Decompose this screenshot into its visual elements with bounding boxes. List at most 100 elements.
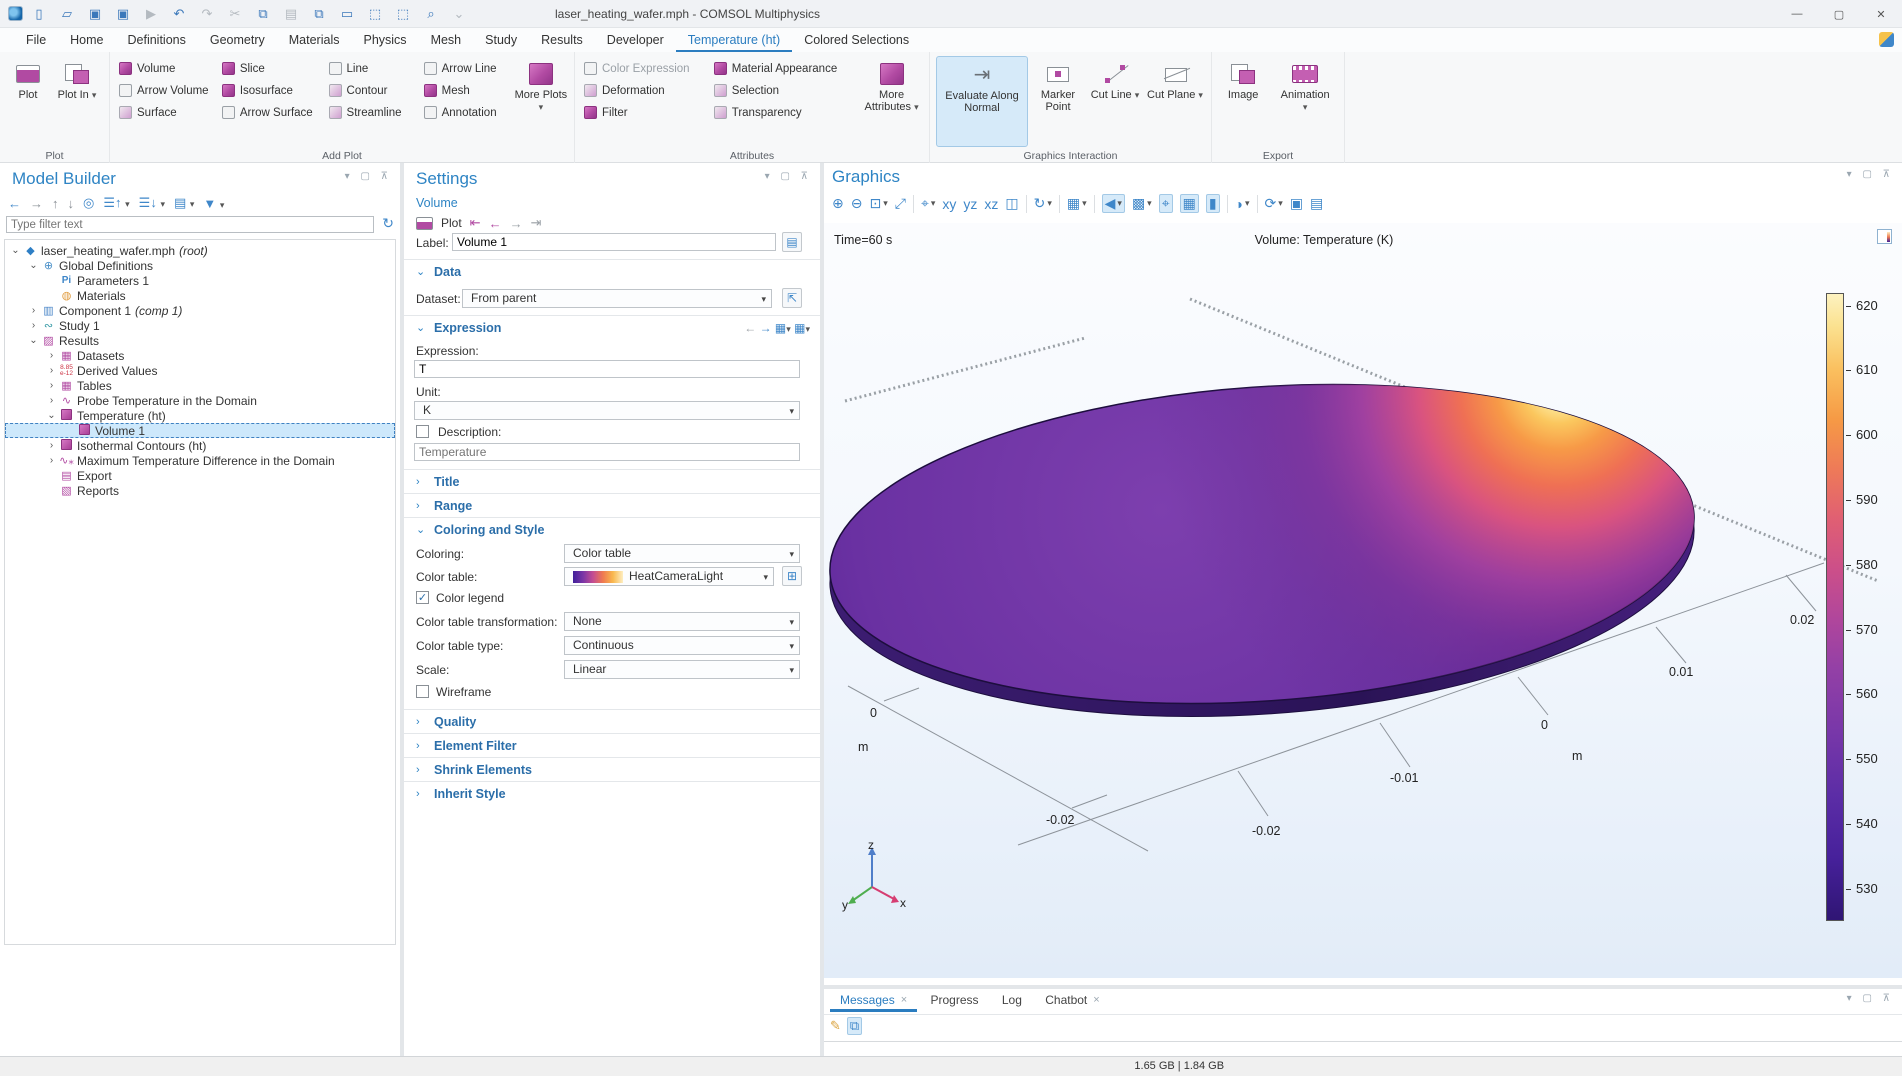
zoom-in-icon[interactable]: ⊕ — [832, 195, 844, 212]
tree-item-reports[interactable]: ▧ Reports — [5, 483, 395, 498]
color-legend-checkbox[interactable]: ✓ — [416, 591, 429, 604]
expander-icon[interactable]: › — [45, 440, 58, 451]
mb-collapse-all-icon[interactable]: ☰↑ ▾ — [103, 195, 129, 211]
minimize-button[interactable]: — — [1776, 0, 1818, 28]
next-solution-icon[interactable]: → — [510, 216, 523, 231]
arrow-surface-button[interactable]: Arrow Surface — [219, 102, 322, 123]
model-builder-panel-controls[interactable]: ▾ ▢ ⊼ — [345, 171, 392, 182]
view-xz-icon[interactable]: xz — [984, 196, 998, 212]
marker-point-button[interactable]: Marker Point — [1032, 56, 1084, 147]
animation-button[interactable]: Animation▾ — [1272, 56, 1338, 147]
settings-panel-controls[interactable]: ▾ ▢ ⊼ — [765, 171, 812, 182]
expander-icon[interactable]: › — [45, 380, 58, 391]
volume-button[interactable]: Volume — [116, 58, 215, 79]
tab-materials[interactable]: Materials — [277, 30, 352, 52]
show-grid-icon[interactable]: ▦ — [1180, 194, 1199, 213]
expression-nav-icons[interactable]: ← → ▦▾ ▦▾ — [744, 321, 810, 335]
line-button[interactable]: Line — [326, 58, 417, 79]
snapshot-icon[interactable]: ▣ — [1290, 195, 1303, 212]
delete-icon[interactable]: ▭ — [335, 3, 359, 25]
open-file-icon[interactable]: ▱ — [55, 3, 79, 25]
color-table-type-select[interactable]: Continuous▾ — [564, 636, 800, 655]
arrow-line-button[interactable]: Arrow Line — [421, 58, 510, 79]
mb-back-icon[interactable]: ← — [8, 196, 21, 211]
tab-file[interactable]: File — [14, 30, 58, 52]
section-coloring-and-style[interactable]: ⌄ Coloring and Style — [404, 517, 820, 541]
section-range[interactable]: › Range — [404, 493, 820, 517]
tree-filter-input[interactable] — [6, 216, 374, 233]
expander-icon[interactable]: ⌄ — [9, 245, 22, 256]
last-solution-icon[interactable]: ⇥ — [531, 215, 542, 231]
close-icon[interactable]: × — [901, 994, 907, 1006]
tree-item-derived-values[interactable]: › 8.85 e-12 Derived Values — [5, 363, 395, 378]
tab-log[interactable]: Log — [992, 989, 1032, 1012]
color-theme-icon[interactable]: ◑▾ — [1235, 196, 1250, 212]
more-plots-button[interactable]: More Plots ▾ — [514, 56, 568, 147]
tab-study[interactable]: Study — [473, 30, 529, 52]
plot-icon[interactable] — [416, 217, 433, 230]
tree-item-tables[interactable]: › ▦ Tables — [5, 378, 395, 393]
expander-icon[interactable]: › — [45, 350, 58, 361]
tab-definitions[interactable]: Definitions — [116, 30, 198, 52]
mb-filter-icon[interactable]: ▼ ▾ — [203, 196, 224, 211]
tree-item-component-1[interactable]: › ▥ Component 1(comp 1) — [5, 303, 395, 318]
scene-light-icon[interactable]: ◀▾ — [1102, 194, 1125, 213]
coloring-select[interactable]: Color table▾ — [564, 544, 800, 563]
section-expression[interactable]: ⌄ Expression ← → ▦▾ ▦▾ — [404, 315, 820, 339]
expander-icon[interactable]: ⌄ — [45, 410, 58, 421]
wafer-3d-plot[interactable]: z y x — [824, 223, 1902, 978]
color-table-transformation-select[interactable]: None▾ — [564, 612, 800, 631]
add-color-table-icon[interactable]: ⊞ — [782, 566, 802, 586]
tab-developer[interactable]: Developer — [595, 30, 676, 52]
expander-icon[interactable]: › — [27, 320, 40, 331]
quick-access-chevron-icon[interactable]: ⌄ — [447, 3, 471, 25]
description-input[interactable] — [414, 443, 800, 461]
label-input[interactable] — [452, 233, 776, 251]
annotation-button[interactable]: Annotation — [421, 102, 510, 123]
select-box-icon[interactable]: ⬚ — [363, 3, 387, 25]
mb-model-tree-nodes-icon[interactable]: ▤ ▾ — [174, 195, 194, 211]
tree-item-isothermal-contours[interactable]: › Isothermal Contours (ht) — [5, 438, 395, 453]
play-icon[interactable]: ▶ — [139, 3, 163, 25]
graphics-panel-controls[interactable]: ▾ ▢ ⊼ — [1847, 169, 1894, 180]
plot-button[interactable]: Plot — [6, 56, 50, 147]
filter-button[interactable]: Filter — [581, 102, 707, 123]
more-attributes-button[interactable]: More Attributes ▾ — [860, 56, 923, 147]
scale-select[interactable]: Linear▾ — [564, 660, 800, 679]
tab-home[interactable]: Home — [58, 30, 115, 52]
tree-item-datasets[interactable]: › ▦ Datasets — [5, 348, 395, 363]
section-inherit-style[interactable]: › Inherit Style — [404, 781, 820, 805]
redo-icon[interactable]: ↷ — [195, 3, 219, 25]
tree-item-volume-1[interactable]: Volume 1 — [5, 423, 395, 438]
zoom-extents-icon[interactable]: ⤢ — [895, 195, 906, 212]
close-button[interactable]: ✕ — [1860, 0, 1902, 28]
tab-temperature-ht[interactable]: Temperature (ht) — [676, 30, 792, 52]
duplicate-icon[interactable]: ⧉ — [307, 3, 331, 25]
show-axes-icon[interactable]: ⌖ — [1159, 194, 1173, 213]
tab-chatbot[interactable]: Chatbot× — [1035, 989, 1109, 1012]
tab-results[interactable]: Results — [529, 30, 595, 52]
transparency-view-icon[interactable]: ▩▾ — [1132, 195, 1152, 212]
plot-scene[interactable]: Time=60 s Volume: Temperature (K) — [824, 223, 1902, 978]
tree-item-study-1[interactable]: › ∾ Study 1 — [5, 318, 395, 333]
tree-item-materials[interactable]: ◍ Materials — [5, 288, 395, 303]
rename-icon[interactable]: ▤ — [782, 232, 802, 252]
description-checkbox[interactable] — [416, 425, 429, 438]
section-title[interactable]: › Title — [404, 469, 820, 493]
cut-line-button[interactable]: Cut Line ▾ — [1088, 56, 1142, 147]
image-button[interactable]: Image — [1218, 56, 1268, 147]
material-appearance-button[interactable]: Material Appearance — [711, 58, 856, 79]
scene-icon[interactable]: ▦▾ — [1067, 195, 1087, 212]
new-file-icon[interactable]: ▯ — [27, 3, 51, 25]
save-as-icon[interactable]: ▣ — [111, 3, 135, 25]
mb-show-icon[interactable]: ◎ — [83, 195, 94, 211]
mb-expand-all-icon[interactable]: ☰↓ ▾ — [139, 195, 165, 211]
isosurface-button[interactable]: Isosurface — [219, 80, 322, 101]
go-to-source-icon[interactable]: ⇱ — [782, 288, 802, 308]
tree-item-export[interactable]: ▤ Export — [5, 468, 395, 483]
section-shrink-elements[interactable]: › Shrink Elements — [404, 757, 820, 781]
evaluate-along-normal-button[interactable]: ⇥ Evaluate Along Normal — [936, 56, 1028, 147]
clear-messages-icon[interactable]: ✎ — [830, 1018, 841, 1034]
mesh-button[interactable]: Mesh — [421, 80, 510, 101]
section-quality[interactable]: › Quality — [404, 709, 820, 733]
